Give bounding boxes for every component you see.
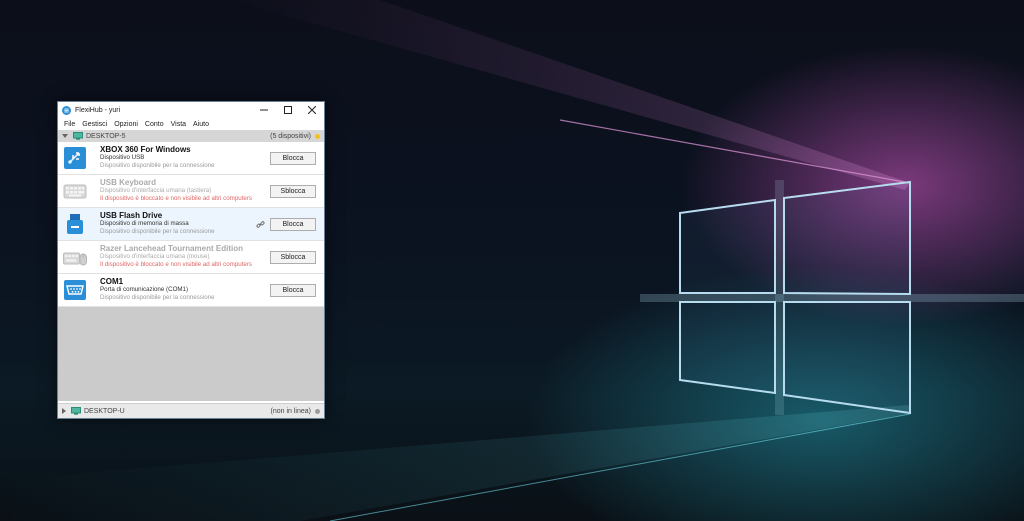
usb-icon (64, 147, 86, 169)
device-list: XBOX 360 For Windows Dispositivo USB Dis… (58, 142, 324, 307)
group-header-desktop-u[interactable]: DESKTOP-U (non in linea) (58, 403, 324, 418)
online-status-icon (315, 133, 320, 139)
device-name: COM1 (100, 277, 124, 286)
device-status: Il dispositivo è bloccato e non visibile… (100, 195, 253, 202)
device-status: Dispositivo disponibile per la connessio… (100, 294, 215, 301)
block-button[interactable]: Blocca (270, 284, 316, 297)
close-button[interactable] (300, 102, 324, 118)
group-name: DESKTOP-U (84, 407, 125, 415)
device-row[interactable]: COM1 Porta di comunicazione (COM1) Dispo… (58, 274, 324, 307)
empty-list-area (58, 307, 324, 401)
maximize-icon (284, 106, 292, 114)
menu-conto[interactable]: Conto (145, 121, 164, 128)
device-row[interactable]: USB Keyboard Dispositivo d'interfaccia u… (58, 175, 324, 208)
device-name: USB Flash Drive (100, 211, 163, 220)
device-status: Dispositivo disponibile per la connessio… (100, 162, 215, 169)
group-device-count: (non in linea) (270, 407, 311, 415)
expand-arrow-icon[interactable] (62, 408, 66, 414)
keyboard-icon (63, 184, 87, 199)
device-type: Dispositivo USB (100, 154, 145, 161)
device-row[interactable]: USB Flash Drive Dispositivo di memoria d… (58, 208, 324, 241)
group-device-count: (5 dispositivi) (270, 132, 311, 140)
menu-opzioni[interactable]: Opzioni (114, 121, 138, 128)
device-type: Dispositivo d'interfaccia umana (mouse) (100, 253, 210, 260)
flexihub-logo-icon (62, 105, 71, 115)
computer-icon (71, 407, 81, 415)
menu-bar: File Gestisci Opzioni Conto Vista Aiuto (58, 118, 324, 130)
device-row[interactable]: Razer Lancehead Tournament Edition Dispo… (58, 241, 324, 274)
menu-file[interactable]: File (64, 121, 75, 128)
device-type: Porta di comunicazione (COM1) (100, 286, 189, 293)
flash-drive-icon (67, 214, 83, 234)
device-name: XBOX 360 For Windows (100, 145, 191, 154)
computer-icon (73, 132, 83, 140)
block-button[interactable]: Blocca (270, 218, 316, 231)
device-type: Dispositivo di memoria di massa (100, 220, 189, 227)
device-status: Dispositivo disponibile per la connessio… (100, 228, 215, 235)
block-button[interactable]: Blocca (270, 152, 316, 165)
device-name: Razer Lancehead Tournament Edition (100, 244, 243, 253)
group-header-desktop-5[interactable]: DESKTOP-5 (5 dispositivi) (58, 130, 324, 142)
group-name: DESKTOP-5 (86, 132, 126, 140)
window-title: FlexiHub - yuri (75, 106, 121, 114)
device-row[interactable]: XBOX 360 For Windows Dispositivo USB Dis… (58, 142, 324, 175)
flexihub-window: FlexiHub - yuri File Gestisci Opzioni Co… (57, 101, 325, 419)
minimize-icon (260, 109, 268, 111)
device-status: Il dispositivo è bloccato e non visibile… (100, 261, 253, 268)
menu-aiuto[interactable]: Aiuto (193, 121, 209, 128)
minimize-button[interactable] (252, 102, 276, 118)
unblock-button[interactable]: Sblocca (270, 185, 316, 198)
menu-vista[interactable]: Vista (171, 121, 186, 128)
menu-gestisci[interactable]: Gestisci (82, 121, 107, 128)
maximize-button[interactable] (276, 102, 300, 118)
title-bar[interactable]: FlexiHub - yuri (58, 102, 324, 118)
offline-status-icon (315, 408, 320, 414)
expand-arrow-icon[interactable] (62, 134, 68, 138)
device-name: USB Keyboard (100, 178, 157, 187)
close-icon (308, 106, 316, 114)
share-link-icon[interactable] (256, 220, 265, 229)
serial-port-icon (64, 280, 86, 300)
keyboard-mouse-icon (63, 252, 87, 266)
device-type: Dispositivo d'interfaccia umana (tastier… (100, 187, 212, 194)
unblock-button[interactable]: Sblocca (270, 251, 316, 264)
